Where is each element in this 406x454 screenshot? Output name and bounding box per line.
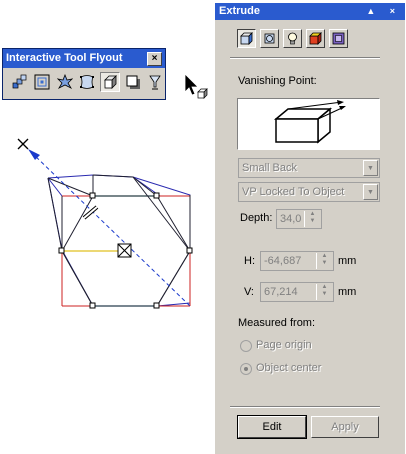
measured-from-label: Measured from: — [238, 317, 316, 329]
close-icon[interactable]: × — [147, 52, 162, 66]
h-spinbox[interactable]: -64,687 ▲ ▼ — [260, 251, 334, 271]
extrude-rotation-icon[interactable] — [260, 29, 279, 48]
contour-tool-icon[interactable] — [33, 72, 53, 92]
spin-arrows-icon[interactable]: ▲ ▼ — [316, 253, 332, 269]
extrusion-side-edges — [47, 174, 191, 307]
extrude-bevel-icon[interactable] — [329, 29, 348, 48]
transparency-tool-icon[interactable] — [145, 72, 165, 92]
object-center-label[interactable]: Object center — [256, 362, 321, 374]
docker-title-bar[interactable]: Extrude ▲ × — [215, 3, 405, 20]
divider — [230, 406, 380, 408]
depth-value: 34,0 — [280, 213, 302, 225]
vanishing-point-preview — [237, 98, 380, 150]
flyout-title-bar[interactable]: Interactive Tool Flyout × — [3, 49, 165, 68]
extrusion-type-dropdown[interactable]: Small Back ▼ — [238, 158, 380, 178]
flyout-title: Interactive Tool Flyout — [6, 52, 123, 64]
blend-tool-icon[interactable] — [10, 72, 30, 92]
h-value: -64,687 — [264, 255, 302, 267]
docker-title-buttons[interactable]: ▲ × — [366, 3, 401, 20]
object-center-radio[interactable] — [240, 363, 252, 375]
depth-spinbox[interactable]: 34,0 ▲ ▼ — [276, 209, 322, 229]
interactive-tool-flyout: Interactive Tool Flyout × — [2, 48, 166, 100]
chevron-down-icon[interactable]: ▼ — [363, 184, 378, 200]
extruded-object[interactable] — [0, 120, 210, 320]
envelope-tool-icon[interactable] — [78, 72, 98, 92]
v-value: 67,214 — [264, 286, 298, 298]
extrude-camera-icon[interactable] — [237, 29, 256, 48]
vanishing-point-marker[interactable] — [16, 137, 30, 151]
flyout-toolbar — [3, 68, 165, 92]
divider — [230, 57, 380, 59]
page-origin-label[interactable]: Page origin — [256, 339, 312, 351]
vanishing-point-mode-value: VP Locked To Object — [242, 186, 345, 198]
v-label: V: — [244, 286, 254, 298]
extrude-cursor-icon — [184, 73, 208, 99]
extrusion-type-value: Small Back — [242, 162, 298, 174]
docker-title: Extrude — [219, 5, 260, 17]
spin-arrows-icon[interactable]: ▲ ▼ — [304, 211, 320, 227]
drop-shadow-tool-icon[interactable] — [123, 72, 143, 92]
spin-arrows-icon[interactable]: ▲ ▼ — [316, 284, 332, 300]
v-unit: mm — [338, 286, 357, 298]
apply-button[interactable]: Apply — [311, 416, 379, 438]
vanishing-point-line — [30, 151, 191, 307]
edit-button[interactable]: Edit — [237, 415, 307, 439]
h-unit: mm — [338, 255, 357, 267]
vanishing-point-mode-dropdown[interactable]: VP Locked To Object ▼ — [238, 182, 380, 202]
extrude-lighting-icon[interactable] — [283, 29, 302, 48]
distortion-tool-icon[interactable] — [55, 72, 75, 92]
depth-label: Depth: — [240, 212, 273, 224]
extrude-tool-icon[interactable] — [100, 72, 120, 92]
v-spinbox[interactable]: 67,214 ▲ ▼ — [260, 282, 334, 302]
center-handle[interactable] — [117, 243, 132, 258]
page-origin-radio[interactable] — [240, 340, 252, 352]
vanishing-point-label: Vanishing Point: — [238, 75, 317, 87]
h-label: H: — [244, 255, 255, 267]
extrude-color-icon[interactable] — [306, 29, 325, 48]
chevron-down-icon[interactable]: ▼ — [363, 160, 378, 176]
